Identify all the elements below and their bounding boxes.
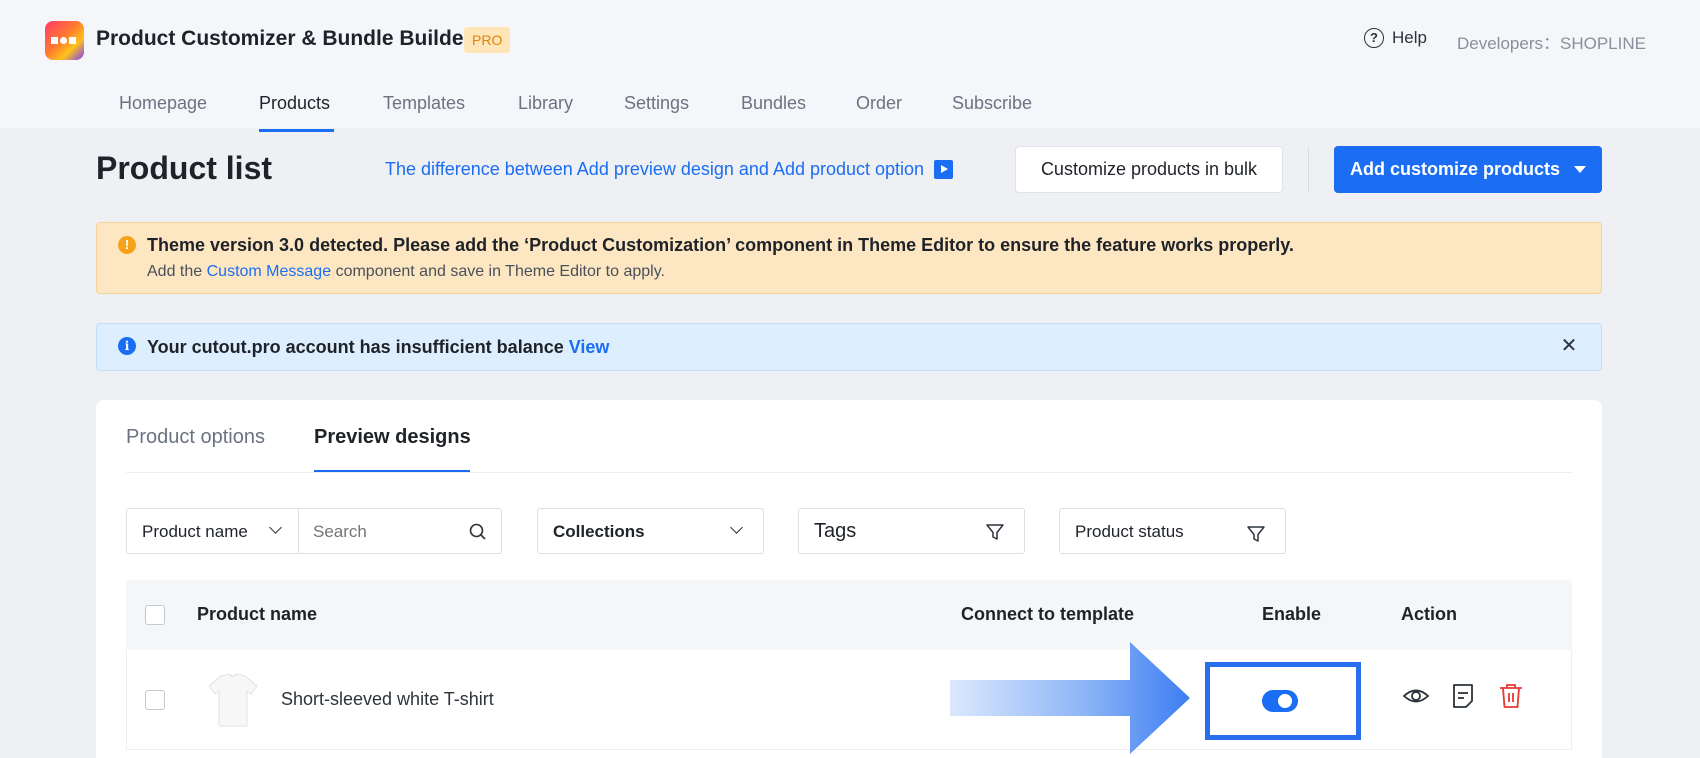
theme-warning-banner: ! Theme version 3.0 detected. Please add… bbox=[96, 222, 1602, 294]
nav-item-settings[interactable]: Settings bbox=[624, 93, 689, 114]
nav-item-products[interactable]: Products bbox=[259, 93, 330, 114]
eye-icon[interactable] bbox=[1402, 682, 1430, 710]
product-name[interactable]: Short-sleeved white T-shirt bbox=[281, 689, 494, 710]
filter-icon bbox=[986, 524, 1004, 540]
warning-subtext: Add the Custom Message component and sav… bbox=[147, 263, 665, 281]
delete-icon[interactable] bbox=[1497, 682, 1525, 710]
nav-item-homepage[interactable]: Homepage bbox=[119, 93, 207, 114]
page-title: Product list bbox=[96, 150, 273, 186]
add-customize-products-label: Add customize products bbox=[1349, 159, 1560, 179]
product-status-label: Product status bbox=[1075, 522, 1184, 541]
column-enable: Enable bbox=[1262, 604, 1322, 624]
tab-divider bbox=[126, 472, 1572, 473]
enable-toggle[interactable] bbox=[1262, 690, 1298, 712]
select-all-checkbox[interactable] bbox=[145, 605, 165, 625]
tab-product-options[interactable]: Product options bbox=[126, 426, 265, 449]
warning-icon: ! bbox=[118, 236, 136, 254]
view-balance-link[interactable]: View bbox=[569, 337, 610, 357]
difference-link-text: The difference between Add preview desig… bbox=[385, 159, 925, 179]
chevron-down-icon bbox=[730, 521, 743, 534]
table-header: Product name Connect to template Enable … bbox=[126, 580, 1572, 650]
developer-info: Developers：SHOPLINE bbox=[1457, 34, 1646, 53]
close-icon[interactable]: ✕ bbox=[1559, 336, 1579, 356]
filter-icon bbox=[1247, 526, 1265, 542]
add-customize-products-button[interactable]: Add customize products bbox=[1334, 146, 1602, 193]
search-field[interactable] bbox=[298, 508, 502, 554]
search-input[interactable] bbox=[313, 522, 463, 542]
row-checkbox[interactable] bbox=[145, 690, 165, 710]
product-status-filter[interactable]: Product status bbox=[1059, 508, 1286, 554]
pro-badge: PRO bbox=[464, 27, 511, 53]
nav-item-order[interactable]: Order bbox=[856, 93, 902, 114]
info-icon: i bbox=[118, 337, 136, 355]
customize-in-bulk-button[interactable]: Customize products in bulk bbox=[1015, 146, 1283, 193]
tab-preview-designs[interactable]: Preview designs bbox=[314, 426, 471, 449]
warning-sub-prefix: Add the bbox=[147, 263, 203, 280]
nav-item-bundles[interactable]: Bundles bbox=[741, 93, 806, 114]
help-label: Help bbox=[1392, 28, 1427, 47]
product-thumbnail bbox=[208, 673, 258, 727]
caret-down-icon bbox=[1574, 166, 1586, 173]
play-video-icon bbox=[934, 160, 954, 179]
collections-label: Collections bbox=[553, 522, 645, 541]
app-title: Product Customizer & Bundle Builder bbox=[96, 27, 472, 50]
nav-item-subscribe[interactable]: Subscribe bbox=[952, 93, 1032, 114]
column-connect-to-template: Connect to template bbox=[961, 604, 1135, 624]
column-product-name: Product name bbox=[197, 604, 318, 624]
warning-sub-suffix: component and save in Theme Editor to ap… bbox=[335, 263, 665, 280]
header-divider bbox=[1308, 148, 1309, 192]
product-list-card: Product options Preview designs Product … bbox=[96, 400, 1602, 758]
balance-message: Your cutout.pro account has insufficient… bbox=[147, 337, 609, 358]
product-name-select-label: Product name bbox=[142, 522, 248, 541]
column-action: Action bbox=[1401, 604, 1457, 624]
balance-text: Your cutout.pro account has insufficient… bbox=[147, 337, 564, 357]
chevron-down-icon bbox=[269, 521, 282, 534]
main-nav: Homepage Products Templates Library Sett… bbox=[0, 76, 1700, 128]
balance-info-banner: i Your cutout.pro account has insufficie… bbox=[96, 323, 1602, 371]
search-icon bbox=[469, 523, 486, 540]
collections-select[interactable]: Collections bbox=[537, 508, 764, 554]
app-logo bbox=[45, 21, 84, 60]
nav-item-templates[interactable]: Templates bbox=[383, 93, 465, 114]
tab-active-indicator bbox=[314, 470, 470, 472]
tags-filter[interactable]: Tags bbox=[798, 508, 1025, 554]
tags-label: Tags bbox=[814, 520, 857, 542]
custom-message-link[interactable]: Custom Message bbox=[207, 263, 332, 280]
help-icon: ? bbox=[1364, 28, 1384, 48]
difference-link[interactable]: The difference between Add preview desig… bbox=[385, 159, 954, 180]
nav-item-library[interactable]: Library bbox=[518, 93, 573, 114]
annotation-arrow bbox=[950, 642, 1190, 754]
nav-active-indicator bbox=[259, 129, 334, 132]
warning-title: Theme version 3.0 detected. Please add t… bbox=[147, 235, 1294, 255]
product-name-select[interactable]: Product name bbox=[126, 508, 300, 554]
help-link[interactable]: ? Help bbox=[1364, 28, 1427, 48]
edit-document-icon[interactable] bbox=[1449, 682, 1477, 710]
